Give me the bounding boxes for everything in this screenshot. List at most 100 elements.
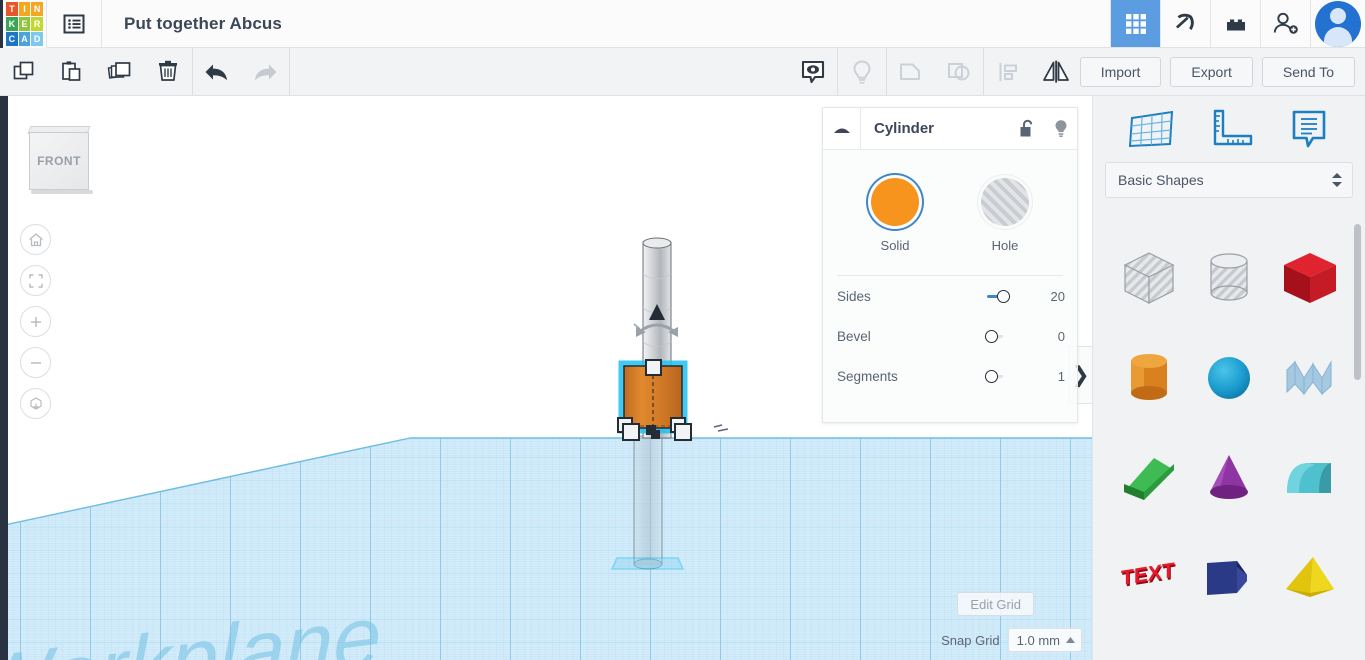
align-button[interactable] (984, 48, 1032, 95)
shape-shadow-footprint (610, 557, 685, 570)
copy-button[interactable] (0, 48, 48, 95)
solid-label: Solid (880, 238, 910, 253)
shape-sphere[interactable] (1189, 328, 1269, 428)
add-user-button[interactable] (1260, 0, 1310, 47)
shape-scribble[interactable] (1270, 328, 1350, 428)
note-icon (1293, 110, 1326, 148)
shape-polygon-prism[interactable] (1189, 528, 1269, 628)
sides-label: Sides (837, 288, 871, 304)
handle-corner-right-front[interactable] (674, 423, 692, 441)
shape-placeholder[interactable] (1270, 628, 1350, 660)
home-icon (28, 232, 43, 246)
shape-tube[interactable] (1189, 628, 1269, 660)
shape-light-button[interactable] (1044, 118, 1077, 139)
segments-slider[interactable] (909, 367, 1041, 385)
paste-button[interactable] (48, 48, 96, 95)
shape-text[interactable]: TEXT TEXT (1109, 528, 1189, 628)
handle-center-move-2[interactable] (651, 430, 660, 439)
user-avatar-button[interactable] (1310, 0, 1365, 47)
hole-label: Hole (991, 238, 1019, 253)
documents-list-button[interactable] (46, 0, 102, 47)
canvas-left-rail (0, 96, 8, 660)
delete-button[interactable] (144, 48, 192, 95)
ruler-tool-button[interactable] (1207, 106, 1257, 152)
segments-slider-row: Segments 1 (823, 356, 1077, 396)
tinkercad-logo[interactable]: TINKERCAD (0, 0, 46, 48)
pyramid-icon (1285, 557, 1334, 597)
mirror-button[interactable] (1032, 48, 1080, 95)
handle-corner-left-front[interactable] (622, 423, 640, 441)
cone-icon (1210, 455, 1249, 499)
toolbar-action-buttons: Import Export Send To (1079, 48, 1365, 95)
snap-grid-select[interactable]: 1.0 mm (1007, 628, 1082, 652)
properties-panel-title: Cylinder (874, 120, 935, 137)
note-tool-button[interactable] (1286, 106, 1332, 152)
fit-to-view-button[interactable] (20, 265, 51, 296)
shape-cylinder-hole[interactable] (1189, 228, 1269, 328)
ungroup-button[interactable] (935, 48, 983, 95)
properties-collapse-button[interactable] (823, 107, 861, 150)
solid-option[interactable]: Solid (871, 178, 919, 253)
view-cube[interactable]: FRONT (25, 124, 95, 196)
edit-grid-button[interactable]: Edit Grid (957, 592, 1034, 616)
top-bar: TINKERCAD Put together Abcus (0, 0, 1365, 48)
shape-properties-panel: Cylinder Solid Hole Sides 20 Bevel 0 Seg… (822, 107, 1078, 423)
handle-top-center[interactable] (645, 359, 662, 376)
shape-pyramid[interactable] (1270, 528, 1350, 628)
duplicate-icon (107, 61, 131, 79)
workplane-tool-button[interactable] (1126, 106, 1178, 152)
hole-option[interactable]: Hole (981, 178, 1029, 253)
shape-category-select[interactable]: Basic Shapes (1105, 162, 1353, 198)
pickaxe-button[interactable] (1160, 0, 1210, 47)
shape-box[interactable] (1270, 228, 1350, 328)
segments-slider-knob[interactable] (985, 369, 998, 383)
group-button[interactable] (887, 48, 935, 95)
bevel-slider-knob[interactable] (985, 329, 998, 343)
view-cube-front-face[interactable]: FRONT (29, 132, 89, 190)
snap-grid-label: Snap Grid (941, 632, 1000, 648)
light-button[interactable] (838, 48, 886, 95)
cylinder-icon (1131, 354, 1168, 400)
export-button[interactable]: Export (1170, 56, 1253, 87)
cube-perspective-icon (29, 396, 42, 410)
home-view-button[interactable] (20, 224, 51, 255)
wedge-icon (1124, 458, 1175, 500)
show-hide-button[interactable] (789, 48, 837, 95)
sides-slider[interactable] (909, 287, 1041, 305)
pickaxe-icon (1175, 13, 1194, 30)
light-bulb-icon (1055, 120, 1066, 137)
group-icon (899, 63, 920, 80)
import-button[interactable]: Import (1079, 56, 1162, 87)
logo-tile-t-0: T (6, 2, 18, 16)
sidebar-scrollbar-thumb[interactable] (1354, 224, 1361, 380)
undo-button[interactable] (193, 48, 241, 95)
shape-roof[interactable] (1270, 428, 1350, 528)
send-to-button[interactable]: Send To (1261, 56, 1355, 87)
logo-tile-r-5: R (31, 17, 43, 31)
avatar (1315, 0, 1361, 47)
shape-wedge[interactable] (1109, 428, 1189, 528)
text-shape-icon: TEXT TEXT (1121, 559, 1176, 592)
ungroup-icon (947, 62, 970, 80)
duplicate-button[interactable] (96, 48, 144, 95)
lock-toggle-button[interactable] (1011, 119, 1044, 139)
shape-box-hole[interactable] (1109, 228, 1189, 328)
shape-cylinder[interactable] (1109, 328, 1189, 428)
solid-hole-selector: Solid Hole (823, 170, 1077, 253)
perspective-toggle-button[interactable] (20, 388, 51, 419)
logo-tile-k-3: K (6, 17, 18, 31)
workplane-icon (1128, 110, 1173, 148)
zoom-out-button[interactable] (20, 347, 51, 378)
blocks-button[interactable] (1210, 0, 1260, 47)
bevel-slider[interactable] (909, 327, 1041, 345)
shape-cone[interactable] (1189, 428, 1269, 528)
shape-category-wrap: Basic Shapes (1093, 162, 1365, 198)
align-icon (999, 62, 1017, 81)
sides-slider-knob[interactable] (997, 289, 1010, 303)
apps-grid-button[interactable] (1110, 0, 1160, 47)
shape-polygon[interactable] (1109, 628, 1189, 660)
redo-button[interactable] (241, 48, 289, 95)
shape-grid: TEXT TEXT (1093, 216, 1365, 660)
sidebar-scrollbar[interactable] (1354, 224, 1361, 644)
zoom-in-button[interactable] (20, 306, 51, 337)
